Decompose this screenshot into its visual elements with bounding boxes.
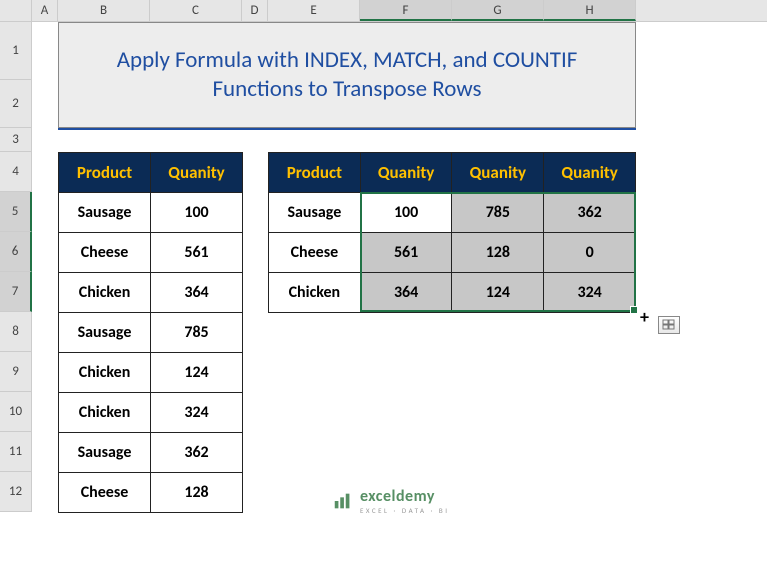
col-header-G[interactable]: G bbox=[452, 0, 544, 21]
table2-cell[interactable]: 785 bbox=[452, 193, 544, 233]
table2-cell[interactable]: 561 bbox=[360, 233, 452, 273]
table1-cell[interactable]: Cheese bbox=[59, 233, 151, 273]
row-header-11[interactable]: 11 bbox=[0, 432, 32, 472]
row-header-6[interactable]: 6 bbox=[0, 232, 32, 272]
row-headers: 1 2 3 4 5 6 7 8 9 10 11 12 bbox=[0, 22, 32, 512]
table1-cell[interactable]: 364 bbox=[151, 273, 243, 313]
title-underline bbox=[58, 128, 636, 130]
col-header-C[interactable]: C bbox=[150, 0, 242, 21]
table2-cell[interactable]: 362 bbox=[544, 193, 636, 233]
table2-header-product[interactable]: Product bbox=[269, 153, 361, 193]
table1-cell[interactable]: 124 bbox=[151, 353, 243, 393]
table1-cell[interactable]: Sausage bbox=[59, 433, 151, 473]
table1-cell[interactable]: Chicken bbox=[59, 393, 151, 433]
table2-cell[interactable]: 364 bbox=[360, 273, 452, 313]
table1-header-quantity[interactable]: Quanity bbox=[151, 153, 243, 193]
table1-cell[interactable]: 100 bbox=[151, 193, 243, 233]
result-table: Product Quanity Quanity Quanity Sausage … bbox=[268, 152, 636, 313]
row-header-1[interactable]: 1 bbox=[0, 22, 32, 80]
grid-area[interactable]: Apply Formula with INDEX, MATCH, and COU… bbox=[32, 22, 636, 512]
row-header-5[interactable]: 5 bbox=[0, 192, 32, 232]
row-header-12[interactable]: 12 bbox=[0, 472, 32, 512]
row-header-8[interactable]: 8 bbox=[0, 312, 32, 352]
row-header-3[interactable]: 3 bbox=[0, 128, 32, 152]
table1-cell[interactable]: 785 bbox=[151, 313, 243, 353]
table1-header-product[interactable]: Product bbox=[59, 153, 151, 193]
source-table: Product Quanity Sausage100 Cheese561 Chi… bbox=[58, 152, 243, 513]
col-header-E[interactable]: E bbox=[268, 0, 360, 21]
table2-cell[interactable]: 324 bbox=[544, 273, 636, 313]
table1-cell[interactable]: Sausage bbox=[59, 193, 151, 233]
table2-cell[interactable]: 100 bbox=[360, 193, 452, 233]
col-header-A[interactable]: A bbox=[32, 0, 58, 21]
title-text: Apply Formula with INDEX, MATCH, and COU… bbox=[69, 46, 625, 104]
table2-header-quantity-2[interactable]: Quanity bbox=[452, 153, 544, 193]
table1-cell[interactable]: Cheese bbox=[59, 473, 151, 513]
table1-cell[interactable]: 128 bbox=[151, 473, 243, 513]
watermark-tagline: EXCEL · DATA · BI bbox=[360, 506, 450, 515]
table2-cell[interactable]: 128 bbox=[452, 233, 544, 273]
watermark-brand: exceldemy bbox=[360, 487, 450, 506]
table2-cell[interactable]: Cheese bbox=[269, 233, 361, 273]
table1-cell[interactable]: Chicken bbox=[59, 273, 151, 313]
table2-cell[interactable]: Sausage bbox=[269, 193, 361, 233]
row-header-10[interactable]: 10 bbox=[0, 392, 32, 432]
table2-header-quantity-3[interactable]: Quanity bbox=[544, 153, 636, 193]
col-header-H[interactable]: H bbox=[544, 0, 636, 21]
exceldemy-logo-icon bbox=[332, 490, 354, 512]
fill-cursor-icon: + bbox=[640, 306, 649, 328]
autofill-options-button[interactable] bbox=[658, 316, 680, 334]
row-header-7[interactable]: 7 bbox=[0, 272, 32, 312]
table1-cell[interactable]: 362 bbox=[151, 433, 243, 473]
table2-cell[interactable]: 124 bbox=[452, 273, 544, 313]
row-header-2[interactable]: 2 bbox=[0, 80, 32, 128]
row-header-4[interactable]: 4 bbox=[0, 152, 32, 192]
title-merged-cell[interactable]: Apply Formula with INDEX, MATCH, and COU… bbox=[58, 22, 636, 128]
table1-cell[interactable]: 561 bbox=[151, 233, 243, 273]
table2-cell[interactable]: Chicken bbox=[269, 273, 361, 313]
spreadsheet: A B C D E F G H 1 2 3 4 5 6 7 8 9 10 11 … bbox=[0, 0, 767, 567]
row-header-9[interactable]: 9 bbox=[0, 352, 32, 392]
col-header-D[interactable]: D bbox=[242, 0, 268, 21]
table1-cell[interactable]: Chicken bbox=[59, 353, 151, 393]
table1-cell[interactable]: Sausage bbox=[59, 313, 151, 353]
col-header-B[interactable]: B bbox=[58, 0, 150, 21]
table2-header-quantity-1[interactable]: Quanity bbox=[360, 153, 452, 193]
col-header-F[interactable]: F bbox=[360, 0, 452, 21]
column-headers: A B C D E F G H bbox=[0, 0, 767, 22]
table2-cell[interactable]: 0 bbox=[544, 233, 636, 273]
watermark: exceldemy EXCEL · DATA · BI bbox=[332, 487, 450, 515]
autofill-options-icon bbox=[662, 319, 676, 331]
table1-cell[interactable]: 324 bbox=[151, 393, 243, 433]
select-all-corner[interactable] bbox=[0, 0, 32, 22]
